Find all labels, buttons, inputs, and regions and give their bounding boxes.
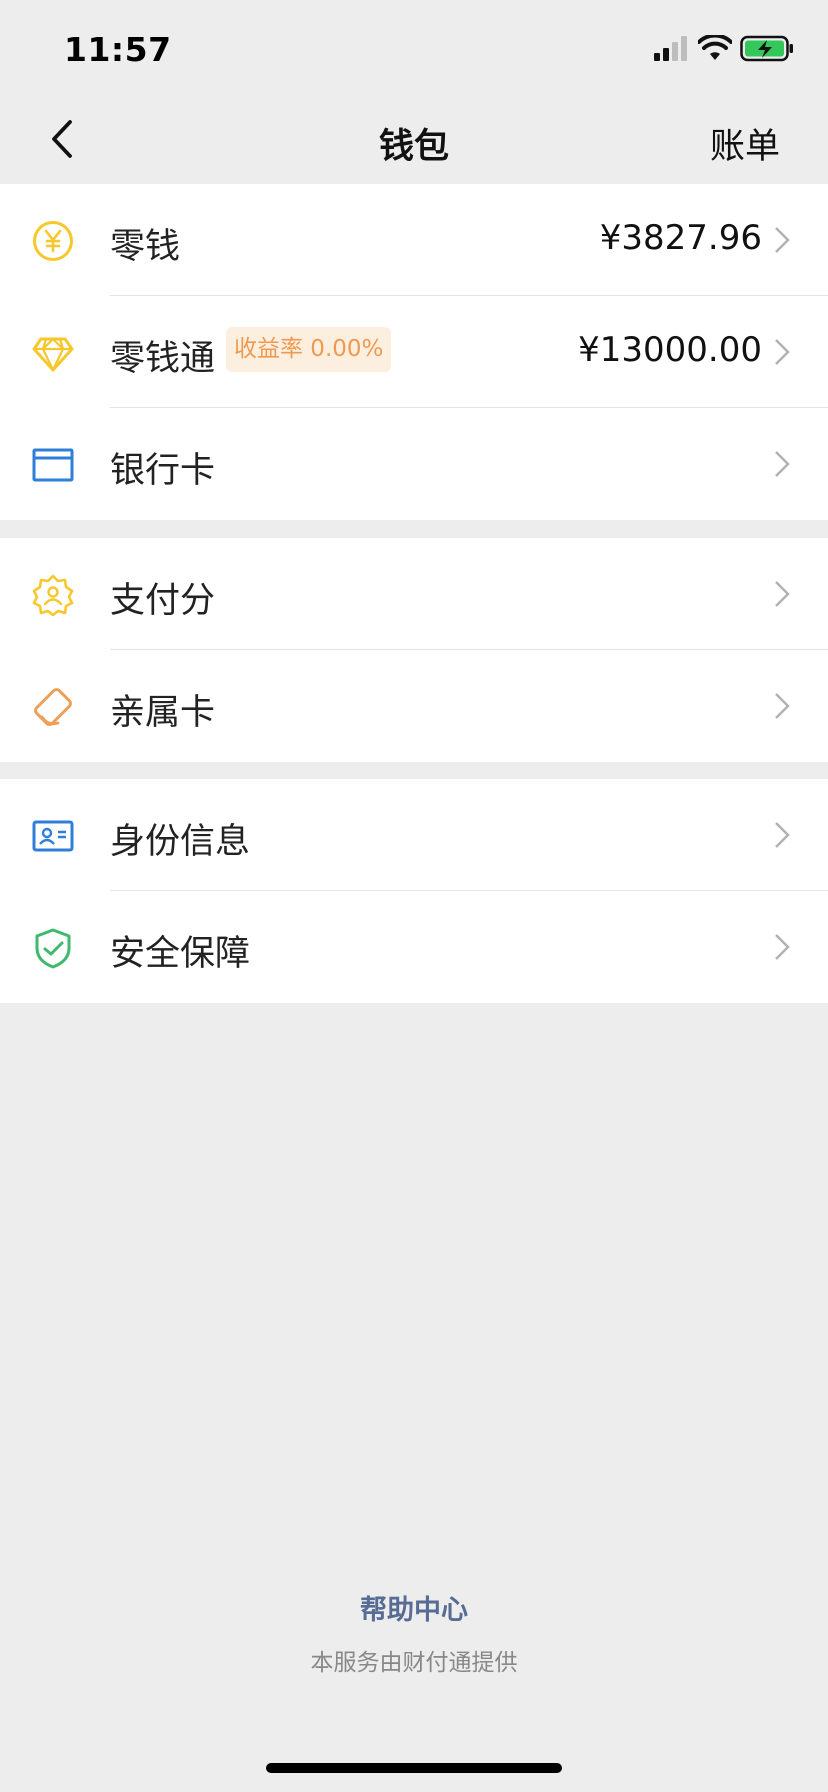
security-row[interactable]: 安全保障: [0, 891, 828, 1003]
status-time: 11:57: [64, 30, 172, 69]
chevron-right-icon: [775, 451, 790, 477]
change-balance: ¥3827.96: [599, 218, 762, 258]
chevron-right-icon: [775, 339, 790, 365]
row-label: 零钱通: [110, 339, 216, 379]
chevron-right-icon: [775, 693, 790, 719]
security-group: 身份信息 安全保障: [0, 779, 828, 1003]
identity-row[interactable]: 身份信息: [0, 779, 828, 891]
id-card-icon: [32, 820, 74, 852]
chevron-right-icon: [775, 581, 790, 607]
lingqiantong-row[interactable]: 零钱通 收益率 0.00% ¥13000.00: [0, 296, 828, 408]
help-center-link[interactable]: 帮助中心: [0, 1588, 828, 1627]
shield-check-icon: [35, 928, 71, 969]
payscore-row[interactable]: 支付分: [0, 538, 828, 650]
family-card-row[interactable]: 亲属卡: [0, 650, 828, 762]
bank-card-row[interactable]: 银行卡: [0, 408, 828, 520]
nav-bar: 钱包 账单: [0, 96, 828, 184]
family-card-icon: [34, 688, 72, 726]
page-title: 钱包: [378, 127, 449, 167]
bank-card-icon: [32, 448, 74, 482]
provider-note: 本服务由财付通提供: [310, 1650, 518, 1676]
battery-charging-icon: [740, 35, 793, 62]
chevron-right-icon: [775, 227, 790, 253]
yuan-coin-icon: [33, 221, 73, 261]
wifi-icon: [698, 35, 732, 60]
lingqiantong-balance: ¥13000.00: [578, 330, 762, 370]
home-indicator[interactable]: [266, 1763, 562, 1773]
status-bar: 11:57: [0, 0, 828, 96]
row-label: 零钱: [110, 227, 181, 267]
row-label: 亲属卡: [110, 693, 216, 733]
cellular-signal-icon: [654, 36, 687, 61]
diamond-icon: [32, 337, 74, 372]
yield-rate-badge: 收益率 0.00%: [226, 327, 392, 372]
row-label: 身份信息: [110, 822, 251, 862]
row-label: 银行卡: [110, 451, 216, 491]
row-label: 安全保障: [110, 934, 251, 974]
payscore-badge-icon: [32, 574, 74, 616]
balance-group: 零钱 ¥3827.96 零钱通 收益率 0.00% ¥13000.00 银行卡: [0, 184, 828, 520]
chevron-right-icon: [775, 822, 790, 848]
change-row[interactable]: 零钱 ¥3827.96: [0, 184, 828, 296]
wallet-screen: 11:57 钱包 账单 零钱 ¥3827.96 零钱通 收益率 0.00% ¥1…: [0, 0, 828, 1792]
credit-group: 支付分 亲属卡: [0, 538, 828, 762]
bill-button[interactable]: 账单: [710, 118, 780, 169]
chevron-right-icon: [775, 934, 790, 960]
row-label: 支付分: [110, 581, 216, 621]
